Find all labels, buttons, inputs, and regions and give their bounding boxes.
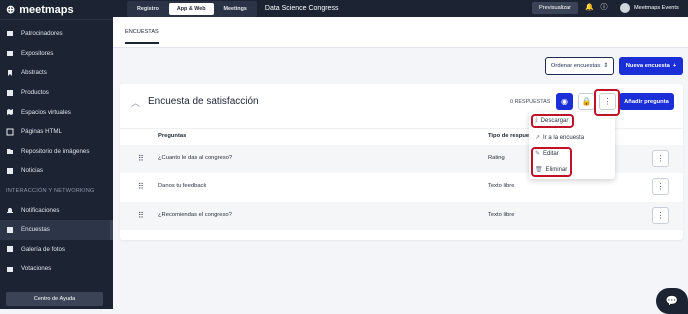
user-menu[interactable]: Meetmaps Events <box>620 3 679 13</box>
bookmark-icon <box>6 69 14 77</box>
question-text: ¿Cuanto le das al congreso? <box>158 155 233 161</box>
brand-logo: ⊕ meetmaps <box>0 0 113 20</box>
menu-item-label: Ir a la encuesta <box>543 134 585 141</box>
news-icon <box>6 167 14 175</box>
sidebar-item-noticias[interactable]: Noticias <box>0 161 113 181</box>
box-icon <box>6 89 14 97</box>
bell-icon <box>6 206 14 214</box>
sidebar-item-votaciones[interactable]: Votaciones <box>0 259 113 279</box>
new-survey-label: Nueva encuesta <box>625 63 670 69</box>
module-tabs: Registro App & Web Meetings <box>127 0 257 17</box>
answer-type: Texto libre <box>488 183 515 189</box>
add-question-button[interactable]: Añadir pregunta <box>619 93 674 110</box>
highlight-more-button <box>594 89 620 116</box>
event-title: Data Science Congress <box>264 5 339 12</box>
info-icon[interactable]: ⓘ <box>600 4 608 12</box>
plus-icon: + <box>672 63 677 69</box>
survey-title: Encuesta de satisfacción <box>148 96 259 107</box>
sidebar: ⊕ meetmaps Patrocinadores Expositores Ab… <box>0 0 113 309</box>
sidebar-item-notificaciones[interactable]: Notificaciones <box>0 200 113 220</box>
new-survey-button[interactable]: Nueva encuesta + <box>619 57 683 75</box>
tab-encuestas[interactable]: ENCUESTAS <box>125 29 159 44</box>
column-preguntas: Preguntas <box>158 133 187 139</box>
sidebar-item-galeria[interactable]: Galería de fotos <box>0 240 113 260</box>
sidebar-item-encuestas[interactable]: Encuestas <box>0 219 113 240</box>
sidebar-item-label: Votaciones <box>21 265 52 273</box>
row-more-button[interactable]: ⋮ <box>652 207 669 224</box>
logo-icon: ⊕ <box>6 4 16 16</box>
help-center-button[interactable]: Centro de Ayuda <box>6 292 103 306</box>
sidebar-item-label: Patrocinadores <box>21 30 63 38</box>
store-icon <box>6 49 14 57</box>
user-name: Meetmaps Events <box>634 5 679 11</box>
code-icon <box>6 128 14 136</box>
sidebar-item-label: Repositorio de imágenes <box>21 147 90 155</box>
sidebar-scrollbar[interactable] <box>110 219 113 240</box>
sidebar-item-label: Expositores <box>21 49 54 57</box>
tab-registro[interactable]: Registro <box>129 3 167 15</box>
chevron-up-icon[interactable]: ︿ <box>131 96 140 109</box>
answer-type: Texto libre <box>488 212 515 218</box>
sidebar-item-espacios-virtuales[interactable]: Espacios virtuales <box>0 102 113 122</box>
sidebar-item-label: Noticias <box>21 167 44 175</box>
image-icon <box>6 245 14 253</box>
bell-icon[interactable]: 🔔 <box>585 4 594 12</box>
eye-icon[interactable]: ◉ <box>556 93 573 110</box>
row-more-button[interactable]: ⋮ <box>652 178 669 195</box>
list-icon <box>6 226 14 234</box>
sub-tabs: ENCUESTAS <box>113 17 688 48</box>
sidebar-item-paginas-html[interactable]: Páginas HTML <box>0 122 113 142</box>
brand-name: meetmaps <box>19 3 74 16</box>
sidebar-section-title: INTERACCIÓN Y NETWORKING <box>6 187 95 194</box>
sidebar-item-label: Espacios virtuales <box>21 108 71 116</box>
sidebar-item-label: Galería de fotos <box>21 245 66 253</box>
drag-handle-icon[interactable]: ⠿ <box>138 182 144 191</box>
order-surveys-button[interactable]: Ordenar encuestas ⇕ <box>545 57 614 75</box>
sidebar-item-productos[interactable]: Productos <box>0 83 113 103</box>
lock-icon[interactable]: 🔒 <box>578 93 595 110</box>
drag-handle-icon[interactable]: ⠿ <box>138 211 144 220</box>
order-surveys-label: Ordenar encuestas <box>550 63 601 69</box>
highlight-editar-eliminar <box>531 147 572 177</box>
sidebar-item-abstracts[interactable]: Abstracts <box>0 63 113 83</box>
avatar <box>620 3 630 13</box>
sidebar-item-label: Páginas HTML <box>21 128 62 136</box>
question-text: ¿Recomiendas el congreso? <box>158 212 232 218</box>
table-row: ⠿ ¿Recomiendas el congreso? Texto libre … <box>120 202 683 230</box>
sidebar-item-label: Productos <box>21 89 49 97</box>
sidebar-item-repositorio[interactable]: Repositorio de imágenes <box>0 142 113 162</box>
tab-meetings[interactable]: Meetings <box>216 3 255 15</box>
question-text: Danos tu feedback <box>158 183 207 189</box>
drag-handle-icon[interactable]: ⠿ <box>138 154 144 163</box>
folder-icon <box>6 147 14 155</box>
responses-count: 0 RESPUESTAS <box>510 99 551 105</box>
sidebar-item-label: Encuestas <box>21 226 50 234</box>
external-link-icon: ↗ <box>535 135 541 141</box>
sort-icon: ⇕ <box>603 63 609 69</box>
menu-item-ir-encuesta[interactable]: ↗ Ir a la encuesta <box>535 134 585 142</box>
sidebar-item-expositores[interactable]: Expositores <box>0 44 113 64</box>
vote-icon <box>6 265 14 273</box>
map-icon <box>6 108 14 116</box>
highlight-descargar <box>531 114 574 128</box>
row-more-button[interactable]: ⋮ <box>652 150 669 167</box>
flag-icon <box>6 30 14 38</box>
tab-app-web[interactable]: App & Web <box>168 2 214 15</box>
answer-type: Rating <box>488 155 505 161</box>
preview-button[interactable]: Previsualizar <box>532 2 579 14</box>
sidebar-nav: Patrocinadores Expositores Abstracts Pro… <box>0 24 113 279</box>
sidebar-item-label: Abstracts <box>21 69 47 77</box>
sidebar-item-label: Notificaciones <box>21 206 60 214</box>
chat-bubble-icon[interactable]: 💬 <box>656 288 688 314</box>
sidebar-item-patrocinadores[interactable]: Patrocinadores <box>0 24 113 44</box>
